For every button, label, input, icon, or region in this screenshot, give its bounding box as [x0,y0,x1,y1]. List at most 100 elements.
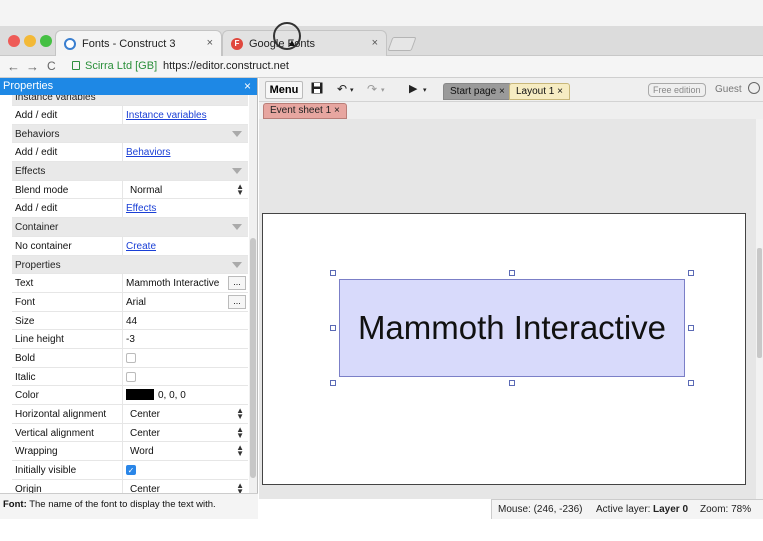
secure-origin-label[interactable]: Scirra Ltd [GB] [85,60,157,72]
menu-button[interactable]: Menu [265,81,303,99]
prop-row-initially-visible[interactable]: Initially visible ✓ [12,461,248,480]
edit-text-ellipsis-button[interactable]: ... [228,276,246,291]
forward-icon[interactable]: → [26,59,39,74]
redo-icon[interactable]: ↷ [367,82,377,96]
prop-row-size[interactable]: Size 44 [12,311,248,331]
pick-font-ellipsis-button[interactable]: ... [228,294,246,309]
prop-row-italic[interactable]: Italic [12,367,248,387]
section-container[interactable]: Container [12,218,248,237]
text-object[interactable]: Mammoth Interactive [339,279,685,377]
section-behaviors[interactable]: Behaviors [12,124,248,144]
prop-row-origin[interactable]: Origin Center ▲ ▼ [12,479,248,493]
line-height-value-field[interactable]: -3 [126,334,135,345]
color-swatch[interactable] [126,389,154,401]
initially-visible-checkbox[interactable]: ✓ [126,465,136,476]
select-arrows-icon: ▲ ▼ [236,406,244,421]
collapse-triangle-icon[interactable] [232,261,242,268]
text-value-field[interactable]: Mammoth Interactive [126,278,219,289]
new-tab-button[interactable] [387,37,417,51]
section-instance-variables[interactable]: Instance variables [12,95,248,106]
section-properties[interactable]: Properties [12,255,248,275]
zoom-level: Zoom: 78% [700,504,752,515]
resize-handle[interactable] [509,270,515,276]
resize-handle[interactable] [330,380,336,386]
resize-handle[interactable] [688,325,694,331]
italic-checkbox[interactable] [126,371,136,382]
font-value-field[interactable]: Arial [126,297,146,308]
behaviors-link[interactable]: Behaviors [126,147,170,158]
color-value[interactable]: 0, 0, 0 [158,390,186,401]
properties-scrollbar-thumb[interactable] [250,238,256,478]
text-object-label: Mammoth Interactive [357,309,667,346]
instance-variables-link[interactable]: Instance variables [126,110,207,121]
resize-handle[interactable] [688,270,694,276]
resize-handle[interactable] [688,380,694,386]
canvas-scrollbar-thumb[interactable] [757,248,762,358]
play-icon[interactable]: ▶ [409,82,417,95]
properties-grid: Instance variables Add / edit Instance v… [12,95,248,493]
prop-row-bold[interactable]: Bold [12,348,248,368]
prop-row-color[interactable]: Color 0, 0, 0 [12,386,248,405]
prop-row-blend-mode[interactable]: Blend mode Normal ▲ ▼ [12,180,248,200]
horizontal-alignment-select[interactable]: Center [130,409,160,420]
close-tab-icon[interactable]: × [499,86,505,97]
minimize-window-button[interactable] [24,35,36,47]
close-tab-icon[interactable]: × [557,86,563,97]
blend-mode-select[interactable]: Normal [130,185,162,196]
collapse-triangle-icon[interactable] [232,130,242,137]
system-menu-strip [0,0,763,26]
prop-row-line-height[interactable]: Line height -3 [12,330,248,349]
reload-icon[interactable]: C [47,59,56,73]
tab-event-sheet-1[interactable]: Event sheet 1 × [263,103,347,119]
section-effects[interactable]: Effects [12,162,248,181]
browser-tab-google-fonts[interactable]: F Google Fonts × [222,30,387,56]
vertical-alignment-select[interactable]: Center [130,428,160,439]
secondary-tab-row: Event sheet 1 × [259,102,763,119]
close-tab-icon[interactable]: × [207,37,213,49]
tab-start-page[interactable]: Start page × [443,83,512,100]
url-field[interactable]: https://editor.construct.net [163,60,289,72]
undo-icon[interactable]: ↶ [337,82,347,96]
origin-select[interactable]: Center [130,484,160,493]
prop-row-container: No container Create [12,236,248,256]
size-value-field[interactable]: 44 [126,316,137,327]
close-window-button[interactable] [8,35,20,47]
property-description: Font: The name of the font to display th… [0,493,258,519]
close-tab-icon[interactable]: × [372,37,378,49]
prop-row-horizontal-alignment[interactable]: Horizontal alignment Center ▲ ▼ [12,405,248,424]
properties-panel-header: Properties × [0,78,257,95]
play-dropdown-icon[interactable]: ▾ [423,86,427,94]
prop-row-font[interactable]: Font Arial ... [12,292,248,312]
create-container-link[interactable]: Create [126,241,156,252]
effects-link[interactable]: Effects [126,203,156,214]
layout-editor: Menu ↶ ▾ ↷ ▾ ▶ ▾ Start page × Layout 1 ×… [259,78,763,519]
tab-layout-1[interactable]: Layout 1 × [509,83,570,100]
prop-row-wrapping[interactable]: Wrapping Word ▲ ▼ [12,442,248,462]
redo-dropdown-icon[interactable]: ▾ [381,86,385,94]
browser-tab-bar: Fonts - Construct 3 × F Google Fonts × [0,26,763,56]
resize-handle[interactable] [509,380,515,386]
resize-handle[interactable] [330,325,336,331]
close-panel-icon[interactable]: × [244,78,251,95]
prop-row-vertical-alignment[interactable]: Vertical alignment Center ▲ ▼ [12,423,248,443]
prop-row-instance-variables: Add / edit Instance variables [12,106,248,125]
bold-checkbox[interactable] [126,352,136,363]
collapse-triangle-icon[interactable] [232,168,242,175]
wrapping-select[interactable]: Word [130,446,154,457]
free-edition-badge[interactable]: Free edition [648,83,706,97]
browser-tab-fonts-construct[interactable]: Fonts - Construct 3 × [55,30,222,56]
back-icon[interactable]: ← [7,59,20,74]
close-tab-icon[interactable]: × [334,105,340,116]
collapse-triangle-icon[interactable] [232,224,242,231]
user-icon[interactable] [748,82,760,94]
save-icon[interactable] [311,82,323,97]
user-name[interactable]: Guest [715,84,742,95]
panel-title: Properties [3,80,54,92]
resize-handle[interactable] [330,270,336,276]
prop-row-text[interactable]: Text Mammoth Interactive ... [12,274,248,293]
select-arrows-icon: ▲ ▼ [236,424,244,440]
maximize-window-button[interactable] [40,35,52,47]
select-arrows-icon: ▲ ▼ [236,443,244,459]
undo-dropdown-icon[interactable]: ▾ [350,86,354,94]
description-text: The name of the font to display the text… [26,499,216,510]
